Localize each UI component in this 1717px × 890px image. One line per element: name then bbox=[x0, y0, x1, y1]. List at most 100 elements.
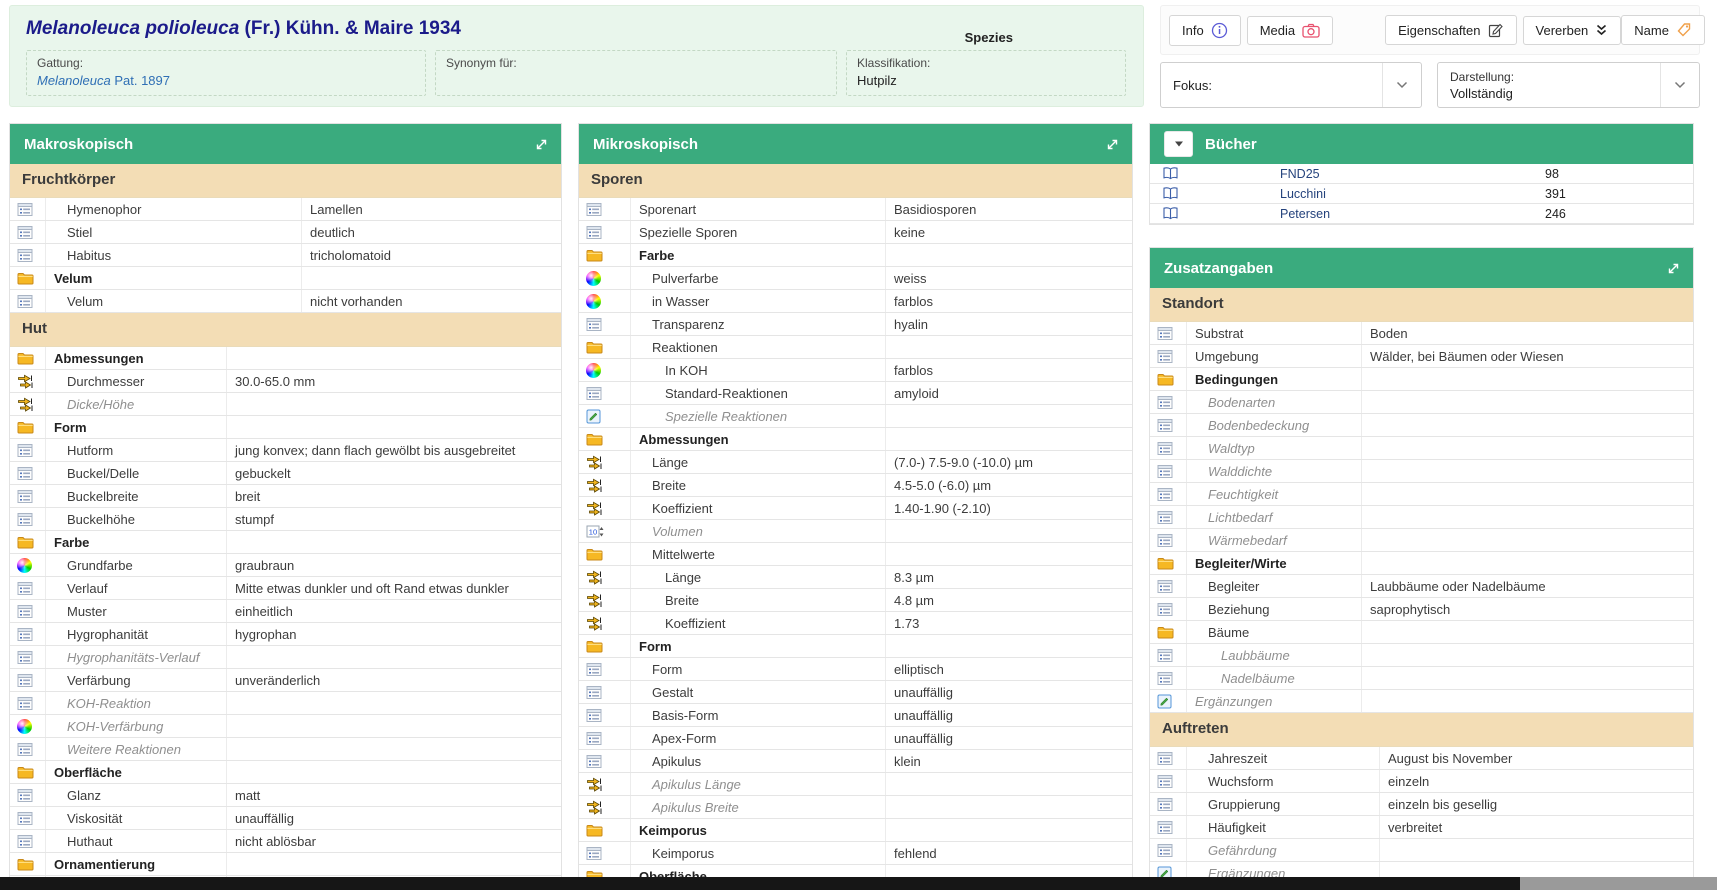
table-row[interactable]: Grundfarbegraubraun bbox=[10, 554, 561, 577]
table-row[interactable]: Bäume bbox=[1150, 621, 1693, 644]
table-row[interactable]: Breite4.5-5.0 (-6.0) µm bbox=[579, 474, 1132, 497]
table-row[interactable]: Huthautnicht ablösbar bbox=[10, 830, 561, 853]
table-row[interactable]: Feuchtigkeit bbox=[1150, 483, 1693, 506]
table-row[interactable]: Standard-Reaktionenamyloid bbox=[579, 382, 1132, 405]
table-row[interactable]: Apikulus Breite bbox=[579, 796, 1132, 819]
table-row[interactable]: HymenophorLamellen bbox=[10, 198, 561, 221]
table-row[interactable]: Farbe bbox=[579, 244, 1132, 267]
table-row[interactable]: Gruppierungeinzeln bis gesellig bbox=[1150, 793, 1693, 816]
table-row[interactable]: KOH-Verfärbung bbox=[10, 715, 561, 738]
table-row[interactable]: Häufigkeitverbreitet bbox=[1150, 816, 1693, 839]
table-row[interactable]: in Wasserfarblos bbox=[579, 290, 1132, 313]
vererben-button[interactable]: Vererben bbox=[1523, 16, 1622, 45]
expand-icon[interactable] bbox=[1666, 261, 1681, 276]
book-row[interactable]: Petersen246 bbox=[1150, 204, 1693, 224]
table-row[interactable]: Verfärbungunveränderlich bbox=[10, 669, 561, 692]
table-row[interactable]: Buckelhöhestumpf bbox=[10, 508, 561, 531]
table-row[interactable]: BegleiterLaubbäume oder Nadelbäume bbox=[1150, 575, 1693, 598]
table-row[interactable]: Apikulusklein bbox=[579, 750, 1132, 773]
media-button[interactable]: Media bbox=[1247, 16, 1333, 45]
table-row[interactable]: Koeffizient1.73 bbox=[579, 612, 1132, 635]
table-row[interactable]: Hutformjung konvex; dann flach gewölbt b… bbox=[10, 439, 561, 462]
table-row[interactable]: Abmessungen bbox=[579, 428, 1132, 451]
table-row[interactable]: Bedingungen bbox=[1150, 368, 1693, 391]
table-row[interactable]: Apikulus Länge bbox=[579, 773, 1132, 796]
info-button[interactable]: Info bbox=[1169, 15, 1241, 46]
list-icon bbox=[10, 577, 46, 599]
table-row[interactable]: Breite4.8 µm bbox=[579, 589, 1132, 612]
table-row[interactable]: Apex-Formunauffällig bbox=[579, 727, 1132, 750]
table-row[interactable]: JahreszeitAugust bis November bbox=[1150, 747, 1693, 770]
table-row[interactable]: Gefährdung bbox=[1150, 839, 1693, 862]
table-row[interactable]: VerlaufMitte etwas dunkler und oft Rand … bbox=[10, 577, 561, 600]
table-row[interactable]: Velum bbox=[10, 267, 561, 290]
table-row[interactable]: Keimporusfehlend bbox=[579, 842, 1132, 865]
table-row[interactable]: Wuchsformeinzeln bbox=[1150, 770, 1693, 793]
table-row[interactable]: Pulverfarbeweiss bbox=[579, 267, 1132, 290]
table-row[interactable]: Lichtbedarf bbox=[1150, 506, 1693, 529]
table-row[interactable]: Länge8.3 µm bbox=[579, 566, 1132, 589]
expand-icon[interactable] bbox=[1105, 137, 1120, 152]
table-row[interactable]: Wärmebedarf bbox=[1150, 529, 1693, 552]
table-row[interactable]: Mittelwerte bbox=[579, 543, 1132, 566]
table-row[interactable]: Abmessungen bbox=[10, 347, 561, 370]
table-row[interactable]: Hygrophanitäthygrophan bbox=[10, 623, 561, 646]
table-row[interactable]: Laubbäume bbox=[1150, 644, 1693, 667]
table-row[interactable]: SubstratBoden bbox=[1150, 322, 1693, 345]
expand-icon[interactable] bbox=[534, 137, 549, 152]
book-row[interactable]: Lucchini391 bbox=[1150, 184, 1693, 204]
table-row[interactable]: Basis-Formunauffällig bbox=[579, 704, 1132, 727]
table-row[interactable]: Oberfläche bbox=[10, 761, 561, 784]
darstellung-dropdown[interactable]: Darstellung: Vollständig bbox=[1437, 62, 1700, 108]
table-row[interactable]: Stieldeutlich bbox=[10, 221, 561, 244]
table-row[interactable]: Spezielle Sporenkeine bbox=[579, 221, 1132, 244]
table-row[interactable]: 10Volumen bbox=[579, 520, 1132, 543]
table-row[interactable]: Buckel/Dellegebuckelt bbox=[10, 462, 561, 485]
horizontal-scrollbar[interactable] bbox=[0, 877, 1717, 890]
buecher-dropdown-button[interactable] bbox=[1164, 131, 1193, 157]
scrollbar-thumb[interactable] bbox=[1520, 877, 1717, 890]
table-row[interactable]: Nadelbäume bbox=[1150, 667, 1693, 690]
table-row[interactable]: Keimporus bbox=[579, 819, 1132, 842]
table-row[interactable]: Mustereinheitlich bbox=[10, 600, 561, 623]
table-row[interactable]: Buckelbreitebreit bbox=[10, 485, 561, 508]
table-row[interactable]: Viskositätunauffällig bbox=[10, 807, 561, 830]
table-row[interactable]: Reaktionen bbox=[579, 336, 1132, 359]
table-row[interactable]: UmgebungWälder, bei Bäumen oder Wiesen bbox=[1150, 345, 1693, 368]
table-row[interactable]: SporenartBasidiosporen bbox=[579, 198, 1132, 221]
table-row[interactable]: Hygrophanitäts-Verlauf bbox=[10, 646, 561, 669]
table-row[interactable]: Transparenzhyalin bbox=[579, 313, 1132, 336]
table-row[interactable]: Begleiter/Wirte bbox=[1150, 552, 1693, 575]
table-row[interactable]: Velumnicht vorhanden bbox=[10, 290, 561, 313]
table-row[interactable]: Form bbox=[10, 416, 561, 439]
table-row[interactable]: Ergänzungen bbox=[1150, 690, 1693, 713]
table-row[interactable]: Dicke/Höhe bbox=[10, 393, 561, 416]
table-row[interactable]: Formelliptisch bbox=[579, 658, 1132, 681]
table-row[interactable]: Bodenarten bbox=[1150, 391, 1693, 414]
table-row[interactable]: Beziehungsaprophytisch bbox=[1150, 598, 1693, 621]
row-label: Abmessungen bbox=[46, 347, 227, 369]
table-row[interactable]: Bodenbedeckung bbox=[1150, 414, 1693, 437]
table-row[interactable]: Ornamentierung bbox=[10, 853, 561, 876]
table-row[interactable]: Glanzmatt bbox=[10, 784, 561, 807]
table-row[interactable]: Farbe bbox=[10, 531, 561, 554]
table-row[interactable]: KOH-Reaktion bbox=[10, 692, 561, 715]
table-row[interactable]: In KOHfarblos bbox=[579, 359, 1132, 382]
eigenschaften-button[interactable]: Eigenschaften bbox=[1385, 15, 1516, 45]
table-row[interactable]: Weitere Reaktionen bbox=[10, 738, 561, 761]
book-row[interactable]: FND2598 bbox=[1150, 164, 1693, 184]
name-button[interactable]: Name bbox=[1621, 15, 1705, 45]
row-label: Spezielle Reaktionen bbox=[631, 405, 886, 427]
fokus-dropdown[interactable]: Fokus: bbox=[1160, 62, 1422, 108]
table-row[interactable]: Spezielle Reaktionen bbox=[579, 405, 1132, 428]
table-row[interactable]: Durchmesser30.0-65.0 mm bbox=[10, 370, 561, 393]
table-row[interactable]: Waldtyp bbox=[1150, 437, 1693, 460]
gattung-value[interactable]: Melanoleuca Pat. 1897 bbox=[37, 73, 415, 88]
table-row[interactable]: Koeffizient1.40-1.90 (-2.10) bbox=[579, 497, 1132, 520]
table-row[interactable]: Länge(7.0-) 7.5-9.0 (-10.0) µm bbox=[579, 451, 1132, 474]
table-row[interactable]: Gestaltunauffällig bbox=[579, 681, 1132, 704]
table-row[interactable]: Walddichte bbox=[1150, 460, 1693, 483]
mikroskopisch-panel-header: Mikroskopisch bbox=[579, 124, 1132, 164]
table-row[interactable]: Habitustricholomatoid bbox=[10, 244, 561, 267]
table-row[interactable]: Form bbox=[579, 635, 1132, 658]
